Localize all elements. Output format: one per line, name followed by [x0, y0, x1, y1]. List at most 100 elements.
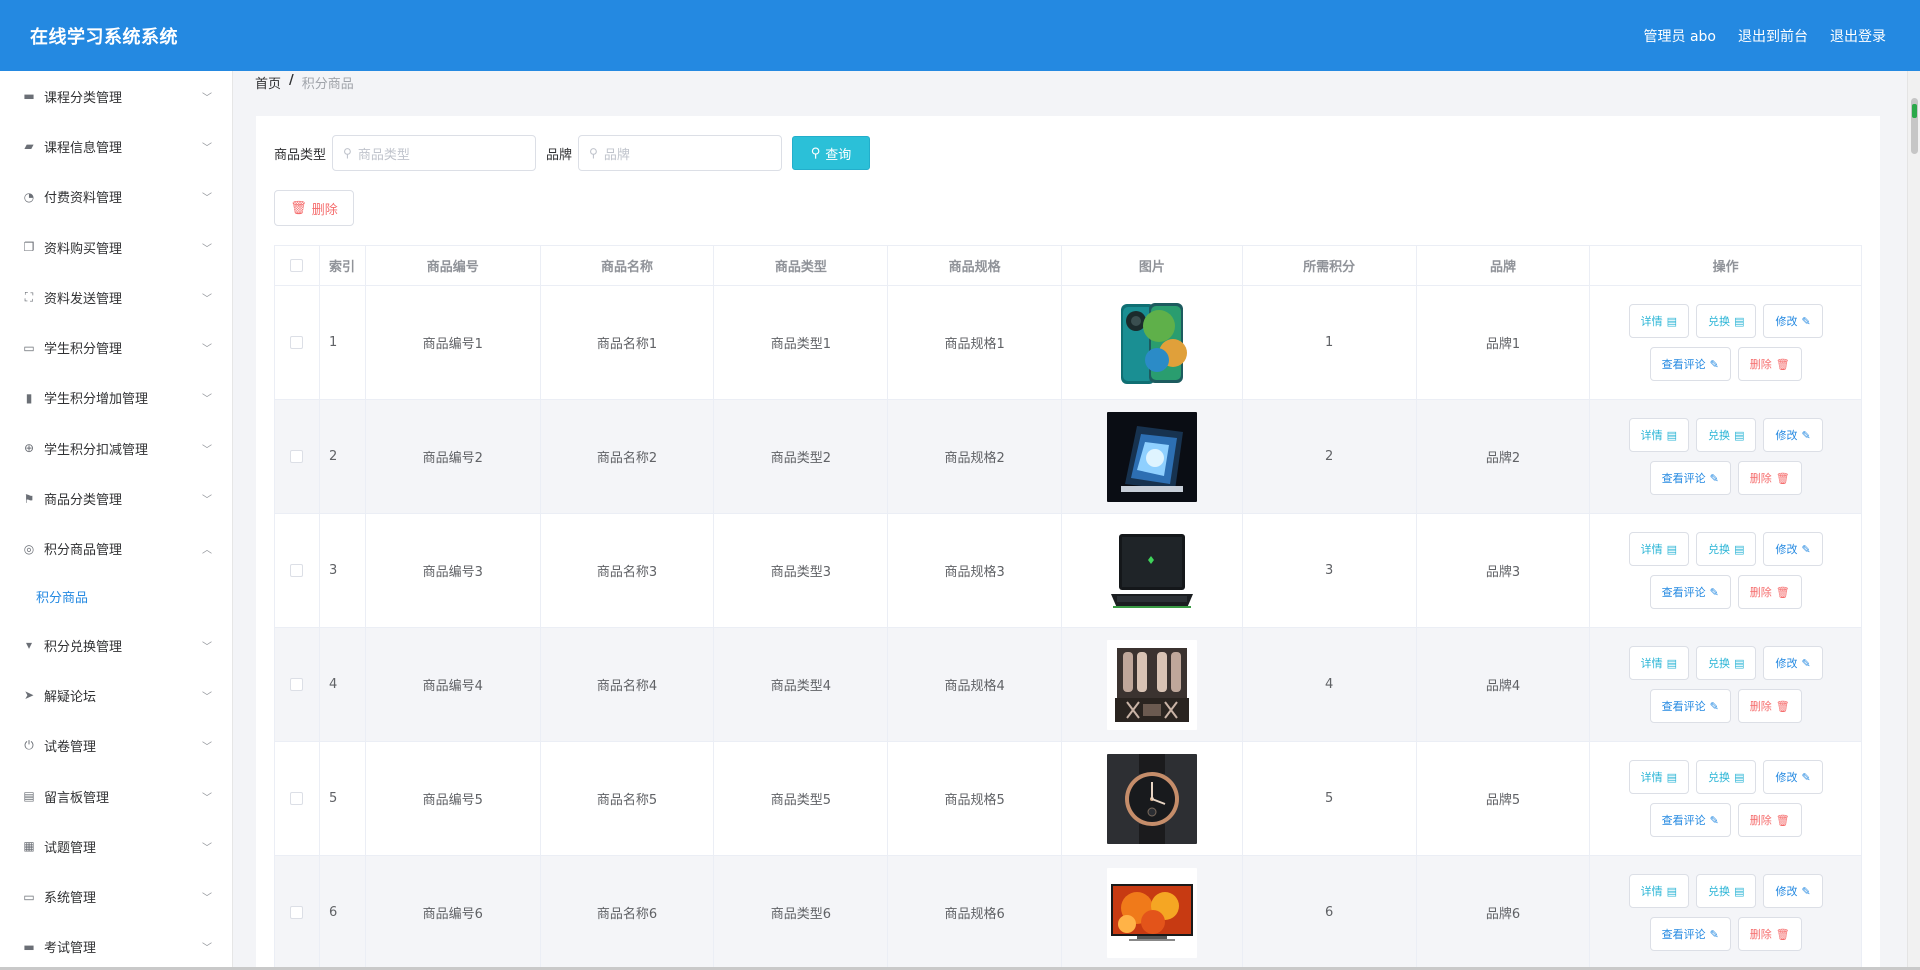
sidebar-item-9[interactable]: ◎ 积分商品管理 ︿: [0, 524, 232, 574]
redeem-button[interactable]: 兑换 ▤: [1696, 418, 1757, 452]
sidebar-item-4[interactable]: ⛶ 资料发送管理 ﹀: [0, 272, 232, 322]
row-delete-button[interactable]: 删除 🗑: [1737, 689, 1802, 723]
back-to-front-link[interactable]: 退出到前台: [1738, 26, 1808, 46]
sidebar-item-label: 积分商品管理: [44, 543, 123, 559]
admin-user-label[interactable]: 管理员 abo: [1644, 26, 1716, 46]
chevron-down-icon: ﹀: [202, 893, 212, 905]
sidebar-item-5[interactable]: ▭ 学生积分管理 ﹀: [0, 322, 232, 372]
row-delete-button[interactable]: 删除 🗑: [1737, 803, 1802, 837]
fullscreen-icon: ⛶: [24, 289, 34, 304]
sidebar-item-12[interactable]: ⏻ 试卷管理 ﹀: [0, 721, 232, 771]
sidebar-item-7[interactable]: ⊕ 学生积分扣减管理 ﹀: [0, 423, 232, 473]
view-reviews-button[interactable]: 查看评论 ✎: [1649, 917, 1731, 951]
row-delete-button[interactable]: 删除 🗑: [1737, 917, 1802, 951]
redeem-button[interactable]: 兑换 ▤: [1696, 874, 1757, 908]
edit-label: 修改: [1775, 429, 1798, 442]
cell-ops: 详情 ▤ 兑换 ▤ 修改 ✎ 查看评论 ✎ 删除 🗑: [1590, 742, 1861, 855]
detail-button[interactable]: 详情 ▤: [1628, 874, 1690, 908]
view-reviews-button[interactable]: 查看评论 ✎: [1649, 575, 1731, 609]
sidebar-item-16[interactable]: ▬ 考试管理 ﹀: [0, 922, 232, 970]
detail-label: 详情: [1640, 771, 1663, 784]
row-checkbox[interactable]: [290, 336, 304, 349]
pencil-icon: ✎: [1709, 699, 1719, 713]
search-icon: ⚲: [343, 146, 352, 160]
detail-button[interactable]: 详情 ▤: [1628, 418, 1690, 452]
edit-button[interactable]: 修改 ✎: [1763, 874, 1823, 908]
sidebar-item-1[interactable]: ▰ 课程信息管理 ﹀: [0, 121, 232, 171]
edit-button[interactable]: 修改 ✎: [1763, 304, 1823, 338]
amplifier-image[interactable]: [1106, 639, 1197, 730]
chevron-down-icon: ﹀: [202, 142, 212, 154]
detail-label: 详情: [1640, 315, 1663, 328]
sidebar-item-3[interactable]: ❐ 资料购买管理 ﹀: [0, 222, 232, 272]
breadcrumb-home[interactable]: 首页: [255, 73, 281, 92]
sidebar-item-11[interactable]: ➤ 解疑论坛 ﹀: [0, 670, 232, 720]
row-delete-label: 删除: [1749, 928, 1772, 941]
cell-index: 1: [320, 286, 366, 399]
edit-button[interactable]: 修改 ✎: [1763, 418, 1823, 452]
type-search-input[interactable]: ⚲ 商品类型: [332, 135, 537, 171]
sidebar-item-10[interactable]: ▾ 积分兑换管理 ﹀: [0, 620, 232, 670]
sidebar-item-6[interactable]: ▮ 学生积分增加管理 ﹀: [0, 373, 232, 423]
edit-button[interactable]: 修改 ✎: [1763, 646, 1823, 680]
view-reviews-button[interactable]: 查看评论 ✎: [1649, 461, 1731, 495]
edit-button[interactable]: 修改 ✎: [1763, 532, 1823, 566]
sidebar-item-8[interactable]: ⚑ 商品分类管理 ﹀: [0, 473, 232, 523]
row-delete-button[interactable]: 删除 🗑: [1737, 575, 1802, 609]
row-checkbox[interactable]: [290, 450, 304, 463]
row-checkbox[interactable]: [290, 564, 304, 577]
type-search-label: 商品类型: [274, 147, 327, 163]
gaming-pc-image[interactable]: [1106, 411, 1197, 502]
view-reviews-button[interactable]: 查看评论 ✎: [1649, 803, 1731, 837]
scrollbar-thumb[interactable]: [1911, 98, 1918, 154]
laptop-image[interactable]: [1106, 525, 1197, 616]
row-checkbox[interactable]: [290, 678, 304, 691]
redeem-button[interactable]: 兑换 ▤: [1696, 646, 1757, 680]
redeem-button[interactable]: 兑换 ▤: [1696, 760, 1757, 794]
chevron-down-icon: ﹀: [202, 641, 212, 653]
sidebar-item-2[interactable]: ◔ 付费资料管理 ﹀: [0, 172, 232, 222]
batch-delete-button[interactable]: 🗑 删除: [274, 190, 354, 226]
row-delete-button[interactable]: 删除 🗑: [1737, 347, 1802, 381]
sidebar-item-13[interactable]: ▤ 留言板管理 ﹀: [0, 771, 232, 821]
cell-name: 商品名称1: [541, 286, 715, 399]
mic-icon: ▮: [25, 390, 33, 405]
row-delete-button[interactable]: 删除 🗑: [1737, 461, 1802, 495]
view-reviews-button[interactable]: 查看评论 ✎: [1649, 689, 1731, 723]
logout-link[interactable]: 退出登录: [1830, 26, 1886, 46]
select-all-checkbox[interactable]: [290, 259, 304, 272]
brand-search-input[interactable]: ⚲ 品牌: [578, 135, 783, 171]
redeem-label: 兑换: [1708, 543, 1731, 556]
sidebar-subitem-points-goods[interactable]: 积分商品: [0, 574, 232, 620]
document-icon: ▤: [1666, 542, 1678, 556]
view-reviews-button[interactable]: 查看评论 ✎: [1649, 347, 1731, 381]
document-icon: ▤: [1734, 770, 1745, 784]
redeem-button[interactable]: 兑换 ▤: [1696, 532, 1757, 566]
chevron-up-icon: ︿: [202, 545, 212, 557]
tv-image[interactable]: [1106, 867, 1197, 958]
grid-icon: ▦: [23, 839, 35, 854]
cell-spec: 商品规格6: [888, 856, 1063, 969]
detail-button[interactable]: 详情 ▤: [1628, 304, 1690, 338]
sidebar-item-label: 解疑论坛: [44, 689, 97, 705]
row-select-cell: [275, 514, 320, 627]
edit-button[interactable]: 修改 ✎: [1763, 760, 1823, 794]
phone-image[interactable]: [1106, 297, 1197, 388]
detail-button[interactable]: 详情 ▤: [1628, 760, 1690, 794]
sidebar-item-label: 试题管理: [44, 840, 97, 856]
chevron-down-icon: ﹀: [202, 243, 212, 255]
row-checkbox[interactable]: [290, 906, 304, 919]
query-button[interactable]: ⚲ 查询: [792, 136, 871, 170]
cell-code: 商品编号6: [366, 856, 541, 969]
detail-button[interactable]: 详情 ▤: [1628, 532, 1690, 566]
row-checkbox[interactable]: [290, 792, 304, 805]
vertical-scrollbar[interactable]: [1907, 71, 1920, 970]
detail-button[interactable]: 详情 ▤: [1628, 646, 1690, 680]
sidebar-item-0[interactable]: ▬ 课程分类管理 ﹀: [0, 71, 232, 121]
sidebar-item-14[interactable]: ▦ 试题管理 ﹀: [0, 821, 232, 871]
chevron-down-icon: ﹀: [202, 495, 212, 507]
redeem-button[interactable]: 兑换 ▤: [1696, 304, 1757, 338]
watch-image[interactable]: [1106, 753, 1197, 844]
edit-label: 修改: [1775, 315, 1798, 328]
sidebar-item-15[interactable]: ▭ 系统管理 ﹀: [0, 871, 232, 921]
